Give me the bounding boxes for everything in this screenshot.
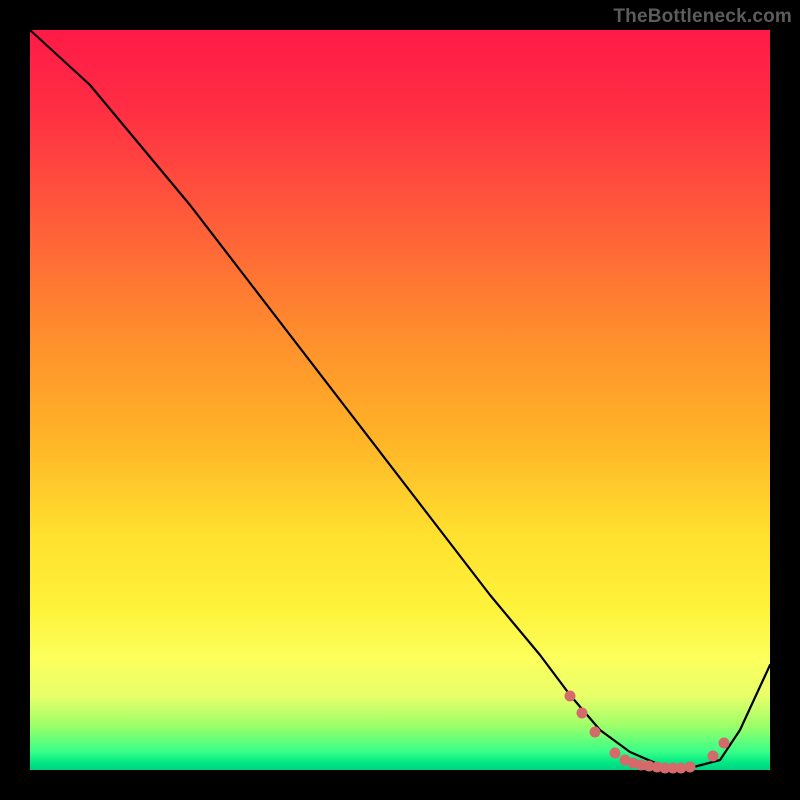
plot-area — [30, 30, 770, 770]
chart-frame: TheBottleneck.com — [0, 0, 800, 800]
bottleneck-curve — [30, 30, 770, 768]
marker-dot — [590, 727, 601, 738]
marker-dot — [610, 748, 621, 759]
marker-dot — [708, 751, 719, 762]
marker-dot — [685, 762, 696, 773]
marker-group — [565, 691, 730, 774]
marker-dot — [577, 708, 588, 719]
marker-dot — [719, 738, 730, 749]
watermark-text: TheBottleneck.com — [613, 6, 792, 28]
marker-dot — [565, 691, 576, 702]
curve-svg — [30, 30, 770, 770]
